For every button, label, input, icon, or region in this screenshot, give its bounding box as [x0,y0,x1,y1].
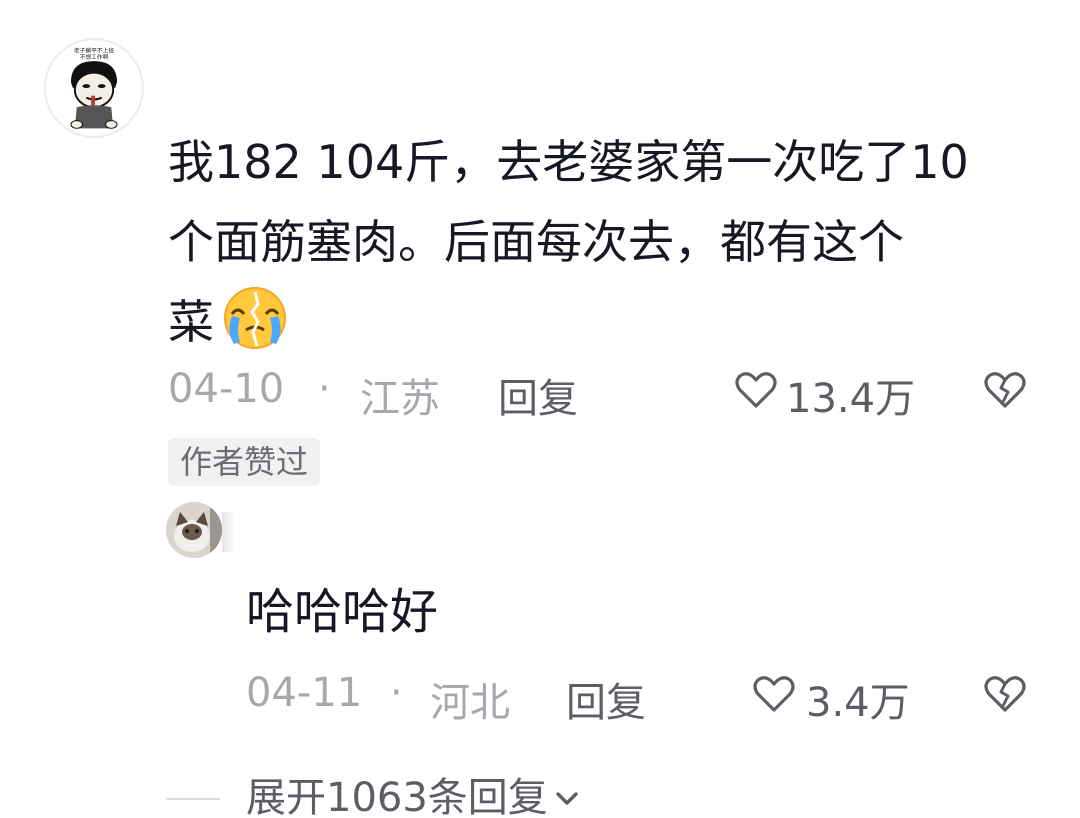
expand-replies-button[interactable]: 展开1063条回复 [246,770,582,818]
replier-name-placeholder [222,512,236,552]
comment-body: 我182 104斤，去老婆家第一次吃了10 个面筋塞肉。后面每次去，都有这个 菜 [168,122,1048,362]
heart-icon[interactable] [752,672,796,714]
reply-button[interactable]: 回复 [498,366,578,424]
comment-meta: 04-10 · 江苏 回复 13.4万 [168,360,1038,422]
heart-icon[interactable] [734,368,778,410]
chevron-down-icon [556,792,578,805]
like-count: 13.4万 [786,376,916,422]
reply-date: 04-11 [246,670,363,716]
comment-line: 菜 [168,282,1048,362]
reply-body: 哈哈哈好 [246,584,439,640]
author-liked-badge: 作者赞过 [168,438,321,486]
svg-text:老子躺平不上班: 老子躺平不上班 [74,46,114,54]
reply-region: 河北 [430,680,510,726]
broken-heart-icon[interactable] [982,368,1028,410]
reply-meta: 04-11 · 河北 回复 3.4万 [246,664,1038,726]
comment-region: 江苏 [360,376,440,422]
meta-separator: · [318,366,331,412]
like-count: 3.4万 [806,680,910,726]
expand-divider [166,798,220,800]
comment-line: 我182 104斤，去老婆家第一次吃了10 [168,135,969,189]
comment-date: 04-10 [168,366,285,412]
broken-heart-icon[interactable] [982,672,1028,714]
replier-avatar[interactable] [166,502,222,558]
crying-face-emoji-icon [216,284,294,350]
svg-text:不想工作啊: 不想工作啊 [80,53,109,61]
comment-line: 个面筋塞肉。后面每次去，都有这个 [168,215,904,269]
commenter-avatar[interactable]: 老子躺平不上班 不想工作啊 [44,38,144,138]
reply-button[interactable]: 回复 [566,670,646,728]
meta-separator: · [390,670,403,716]
cartoon-avatar-icon: 老子躺平不上班 不想工作啊 [67,46,121,129]
expand-replies-label: 展开1063条回复 [246,775,548,818]
cat-avatar-icon [166,502,222,558]
